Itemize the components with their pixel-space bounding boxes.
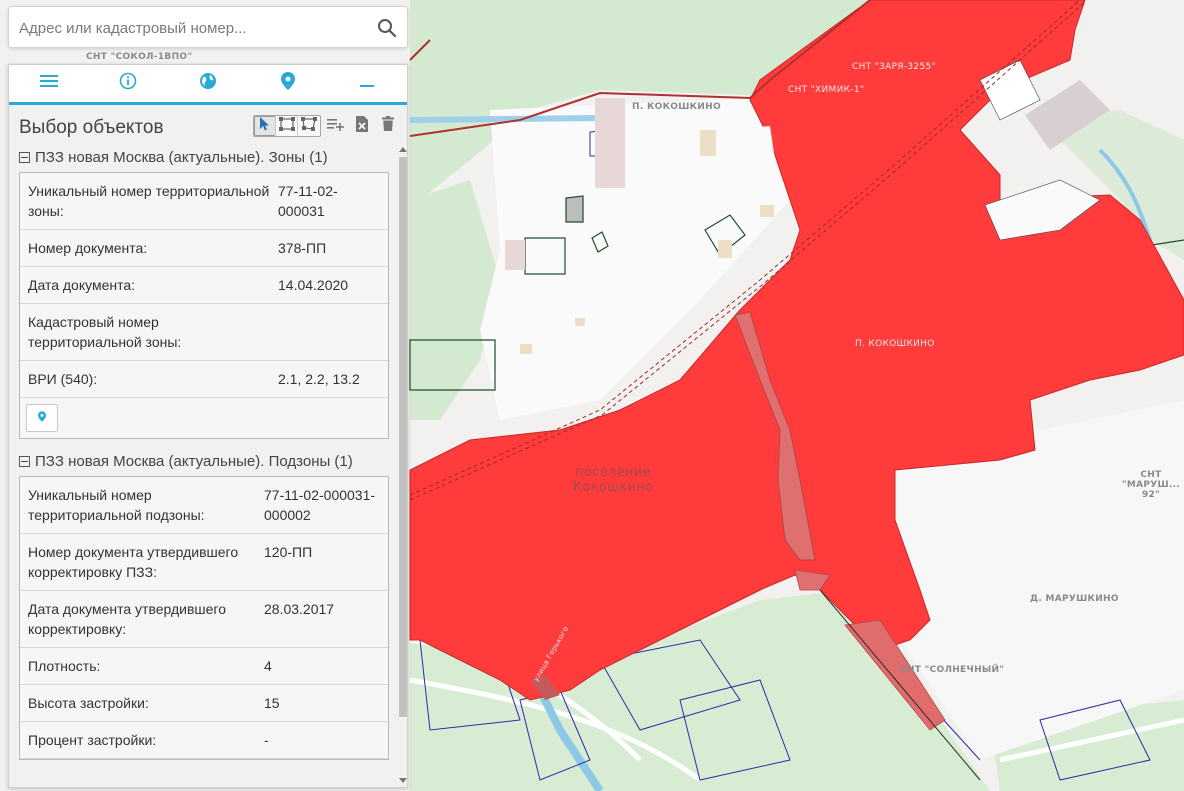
attribute-key: Уникальный номер территориальной зоны: [28, 183, 270, 219]
attribute-row: Кадастровый номер территориальной зоны: [20, 304, 388, 361]
attribute-row: Уникальный номер территориальной зоны: 7… [20, 173, 388, 230]
attribute-value: 2.1, 2.2, 13.2 [278, 371, 360, 387]
clear-selection-button[interactable] [351, 115, 373, 137]
scroll-up-icon[interactable] [399, 147, 407, 152]
globe-button[interactable] [168, 65, 248, 102]
polygon-select-icon [301, 116, 317, 136]
attribute-value: 4 [264, 658, 272, 674]
map-label-snt-sokol: СНТ "СОКОЛ-1ВПО" [86, 52, 193, 62]
map-label-snt-khimik: СНТ "ХИМИК-1" [788, 85, 865, 95]
attribute-value: 14.04.2020 [278, 277, 349, 293]
selection-mode-group [253, 115, 321, 137]
attribute-row: Дата документа утвердившего корректировк… [20, 591, 388, 648]
map-label-snt-solnechny: СНТ "СОЛНЕЧНЫЙ" [900, 665, 1005, 675]
attribute-key: Дата документа: [28, 277, 136, 293]
pointer-select-button[interactable] [254, 116, 276, 136]
rect-select-icon [278, 116, 295, 136]
clear-selection-icon [355, 115, 369, 137]
map-label-p-kokoshkino: П. КОКОШКИНО [632, 102, 721, 112]
selection-tools [253, 115, 399, 137]
attribute-key: Высота застройки: [28, 695, 149, 711]
panel-toolbar [9, 65, 407, 105]
attribute-value: 120-ПП [264, 544, 313, 560]
menu-button[interactable] [9, 65, 89, 102]
attribute-value: - [264, 732, 269, 748]
section-header-subzones: ПЗЗ новая Москва (актуальные). Подзоны (… [9, 451, 397, 472]
attribute-value: 15 [264, 695, 280, 711]
attribute-row: Уникальный номер территориальной подзоны… [20, 477, 388, 534]
globe-icon [199, 72, 217, 95]
map-label-snt-zarya: СНТ "ЗАРЯ-3255" [852, 62, 936, 72]
attribute-row: Процент застройки: - [20, 722, 388, 759]
section-title: ПЗЗ новая Москва (актуальные). Подзоны (… [35, 453, 353, 470]
panel-scrollbar[interactable] [397, 147, 407, 787]
location-button[interactable] [248, 65, 328, 102]
attribute-value: 378-ПП [278, 240, 327, 256]
attribute-key: Кадастровый номер территориальной зоны: [28, 314, 182, 350]
attribute-row: Высота застройки: 15 [20, 685, 388, 722]
selection-panel: Выбор объектов ПЗЗ новая Москва (актуаль… [8, 64, 408, 788]
search-icon[interactable] [377, 18, 397, 38]
scroll-down-icon[interactable] [399, 778, 407, 783]
attribute-key: Номер документа: [28, 240, 148, 256]
attribute-key: Номер документа утвердившего корректиров… [28, 544, 239, 580]
attribute-key: ВРИ (540): [28, 371, 98, 387]
map-pin-icon [280, 72, 295, 95]
polygon-select-button[interactable] [298, 116, 320, 136]
attribute-row: Номер документа утвердившего корректиров… [20, 534, 388, 591]
show-on-map-button[interactable] [26, 404, 58, 432]
zone-attributes-card: Уникальный номер территориальной зоны: 7… [19, 172, 389, 439]
attribute-key: Уникальный номер территориальной подзоны… [28, 487, 205, 523]
attribute-value: 77-11-02-000031-000002 [264, 487, 376, 523]
attribute-value: 28.03.2017 [264, 601, 335, 617]
card-actions [20, 398, 388, 438]
scroll-thumb[interactable] [399, 157, 407, 717]
info-icon [119, 72, 137, 95]
collapse-toggle-icon[interactable] [19, 152, 30, 163]
pointer-select-icon [259, 116, 271, 136]
map-label-snt-marushkino: СНТ "МАРУШ... 92" [1121, 470, 1181, 500]
search-input[interactable] [19, 17, 369, 39]
menu-icon [39, 74, 58, 93]
attribute-row: ВРИ (540): 2.1, 2.2, 13.2 [20, 361, 388, 398]
panel-title-row: Выбор объектов [9, 105, 407, 147]
delete-icon [382, 116, 394, 136]
rect-select-button[interactable] [276, 116, 298, 136]
add-to-list-button[interactable] [325, 116, 347, 136]
section-title: ПЗЗ новая Москва (актуальные). Зоны (1) [35, 149, 328, 166]
panel-title: Выбор объектов [19, 117, 164, 138]
attribute-value [278, 304, 388, 360]
add-to-list-icon [327, 117, 345, 136]
info-button[interactable] [89, 65, 169, 102]
map-label-settlement: поселение Кокошкино [572, 465, 654, 495]
attribute-row: Дата документа: 14.04.2020 [20, 267, 388, 304]
map-label-d-marushkino: Д. МАРУШКИНО [1030, 594, 1119, 604]
map-label-p-kokoshkino-zone: П. КОКОШКИНО [855, 339, 935, 349]
attribute-key: Дата документа утвердившего корректировк… [28, 601, 227, 637]
subzone-attributes-card: Уникальный номер территориальной подзоны… [19, 476, 389, 760]
map-pin-icon [38, 409, 46, 427]
minimize-icon [360, 75, 375, 93]
results-list[interactable]: ПЗЗ новая Москва (актуальные). Зоны (1) … [9, 147, 397, 787]
attribute-value: 77-11-02-000031 [278, 183, 338, 219]
section-header-zones: ПЗЗ новая Москва (актуальные). Зоны (1) [9, 147, 397, 168]
search-box [8, 6, 408, 48]
attribute-row: Плотность: 4 [20, 648, 388, 685]
panel-body: Выбор объектов ПЗЗ новая Москва (актуаль… [9, 105, 407, 787]
attribute-key: Процент застройки: [28, 732, 157, 748]
collapse-toggle-icon[interactable] [19, 456, 30, 467]
minimize-button[interactable] [327, 65, 407, 102]
delete-button[interactable] [377, 116, 399, 136]
attribute-row: Номер документа: 378-ПП [20, 230, 388, 267]
attribute-key: Плотность: [28, 658, 101, 674]
